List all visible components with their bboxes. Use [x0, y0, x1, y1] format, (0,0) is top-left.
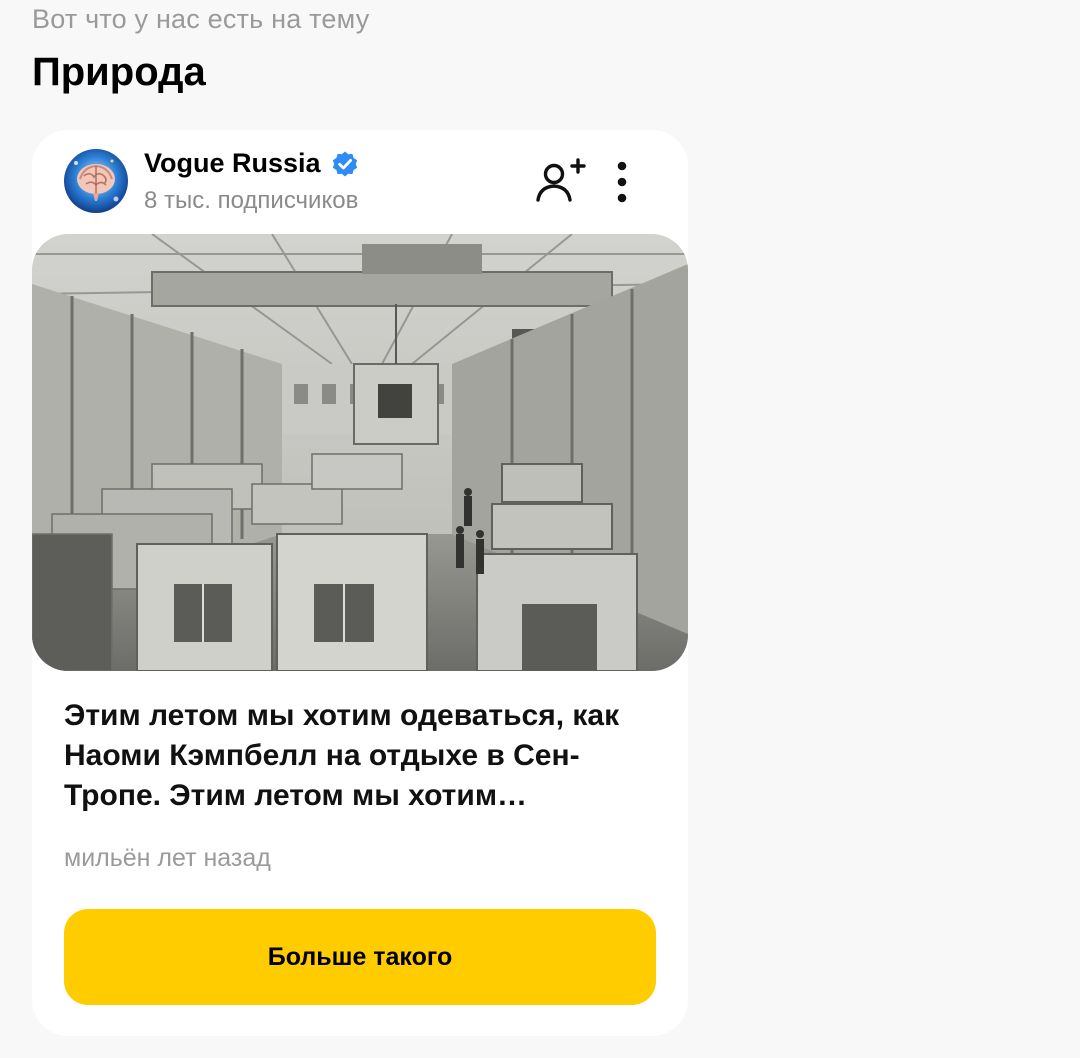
brain-avatar-image	[64, 149, 128, 213]
channel-header[interactable]: Vogue Russia	[144, 148, 359, 179]
page-title: Природа	[32, 50, 206, 94]
channel-name[interactable]: Vogue Russia	[144, 148, 321, 179]
article-title[interactable]: Этим летом мы хотим одеваться, как Наоми…	[64, 696, 664, 816]
subscribe-button[interactable]	[532, 154, 592, 210]
article-card[interactable]: Vogue Russia 8 тыс. подписчиков Этим лет…	[32, 130, 688, 1036]
article-cover-image[interactable]	[32, 234, 688, 671]
more-like-this-button[interactable]: Больше такого	[64, 909, 656, 1005]
more-options-button[interactable]	[608, 158, 636, 206]
channel-avatar[interactable]	[64, 149, 128, 213]
section-subtitle: Вот что у нас есть на тему	[32, 4, 370, 34]
add-user-icon	[536, 158, 586, 202]
verified-check-icon	[332, 151, 357, 176]
subscriber-count: 8 тыс. подписчиков	[144, 187, 359, 214]
vertical-dots-icon	[617, 161, 627, 203]
factory-hall-photo	[32, 234, 688, 671]
article-timestamp: мильён лет назад	[64, 844, 271, 872]
